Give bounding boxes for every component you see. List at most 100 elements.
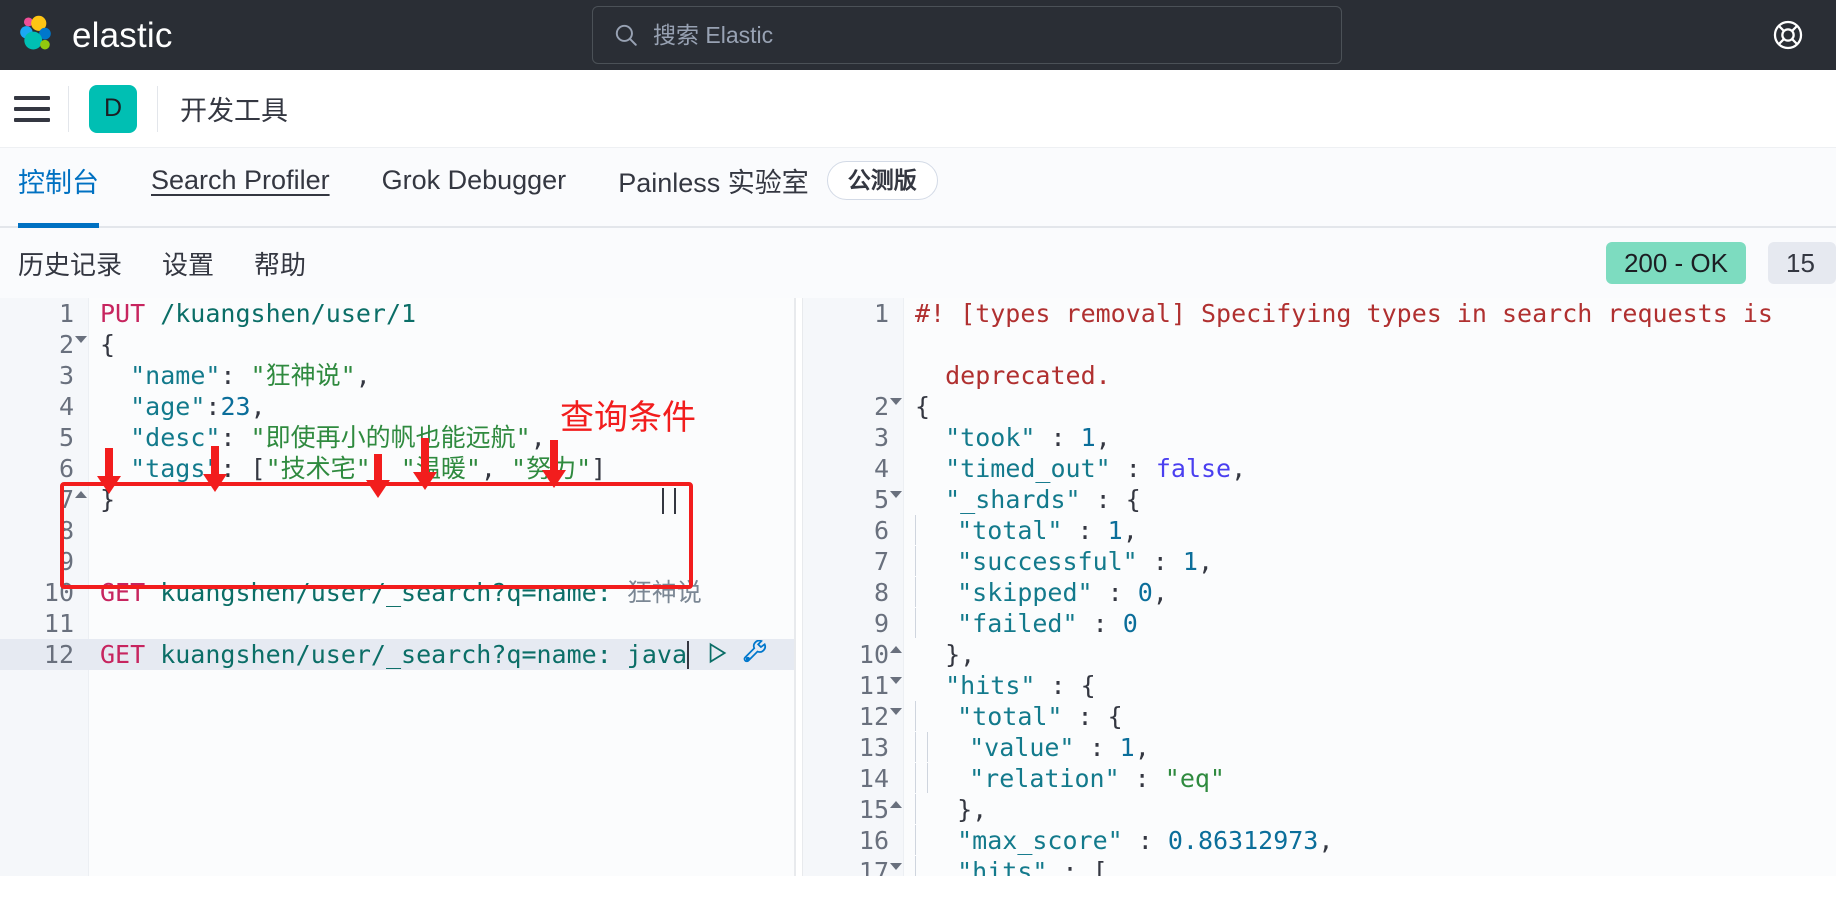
code-line[interactable]: 6 "tags": ["技术宅", "温暖", "努力"]	[0, 453, 794, 484]
code-line: 1 #! [types removal] Specifying types in …	[803, 298, 1836, 360]
fold-toggle-icon[interactable]	[890, 801, 902, 808]
toolbar-item-settings[interactable]: 设置	[162, 245, 214, 282]
code-token: }	[100, 485, 116, 514]
line-number: 13	[858, 733, 889, 762]
code-line: 14 "relation" : "eq"	[803, 763, 1836, 794]
code-token: :	[220, 361, 251, 390]
hamburger-menu-icon[interactable]	[14, 95, 50, 122]
fold-toggle-icon[interactable]	[890, 491, 902, 498]
code-text: "_shards" : {	[903, 484, 1141, 515]
code-token: :	[1137, 547, 1183, 576]
tab-2[interactable]: Grok Debugger	[382, 148, 567, 226]
code-token: : {	[1062, 702, 1123, 731]
response-pane[interactable]: 1 #! [types removal] Specifying types in …	[803, 298, 1836, 876]
code-token: 0	[1122, 609, 1138, 638]
global-search-bar[interactable]: 搜索 Elastic	[592, 6, 1342, 64]
code-line[interactable]: 7}	[0, 484, 794, 515]
code-line[interactable]: 5 "desc": "即使再小的帆也能远航",	[0, 422, 794, 453]
code-line[interactable]: 1 PUT /kuangshen/user/1	[0, 298, 794, 329]
page-title: 开发工具	[180, 96, 288, 126]
tab-1[interactable]: Search Profiler	[151, 148, 330, 226]
code-line: 15 },	[803, 794, 1836, 825]
fold-toggle-icon[interactable]	[890, 646, 902, 653]
code-token: "eq"	[1164, 764, 1225, 793]
search-input[interactable]: 搜索 Elastic	[653, 23, 773, 47]
code-token: "tags"	[130, 454, 221, 483]
code-token: : [	[1047, 857, 1108, 876]
code-line-wrap: deprecated.	[803, 360, 1836, 391]
fold-toggle-icon[interactable]	[890, 398, 902, 405]
code-line[interactable]: 12 GET kuangshen/user/_search?q=name: jav…	[0, 639, 794, 670]
tab-label: Grok Debugger	[381, 164, 567, 195]
line-number: 14	[858, 764, 889, 793]
code-line[interactable]: 9	[0, 546, 794, 577]
wrench-settings-icon[interactable]	[743, 639, 769, 673]
request-code[interactable]: 1 PUT /kuangshen/user/1 2{3 "name": "狂神说",…	[0, 298, 794, 876]
code-token: ,	[530, 423, 546, 452]
line-number: 11	[43, 609, 74, 638]
indent-guide	[915, 825, 916, 855]
code-line[interactable]: 8	[0, 515, 794, 546]
line-number: 15	[803, 794, 903, 825]
indent-guide	[915, 546, 916, 576]
tab-3[interactable]: Painless 实验室 公测版	[618, 148, 938, 226]
status-badge: 200 - OK	[1605, 242, 1746, 284]
code-line[interactable]: 11	[0, 608, 794, 639]
lifebuoy-help-icon[interactable]	[1770, 17, 1806, 53]
code-text: "total" : {	[903, 701, 1123, 732]
code-line[interactable]: 2{	[0, 329, 794, 360]
app-badge[interactable]: D	[89, 84, 137, 133]
line-number: 7	[0, 484, 88, 515]
app-chrome-bar: D 开发工具	[0, 70, 1836, 148]
code-token: "技术宅"	[265, 454, 371, 483]
code-text: "took" : 1,	[903, 422, 1111, 453]
line-number: 10	[43, 578, 74, 607]
play-request-icon[interactable]	[703, 640, 729, 673]
code-token: 1	[1182, 547, 1198, 576]
code-token: /kuangshen/user/1	[145, 299, 417, 328]
pane-splitter[interactable]	[795, 298, 803, 876]
code-text: "desc": "即使再小的帆也能远航",	[88, 422, 546, 453]
code-line: 9 "failed" : 0	[803, 608, 1836, 639]
brand[interactable]: elastic	[14, 13, 173, 57]
code-line[interactable]: 4 "age":23,	[0, 391, 794, 422]
toolbar-item-help[interactable]: 帮助	[254, 245, 306, 282]
fold-toggle-icon[interactable]	[890, 863, 902, 870]
code-token: :	[1110, 454, 1156, 483]
code-token: ,	[370, 454, 401, 483]
code-text: PUT /kuangshen/user/1	[88, 298, 416, 329]
code-token: 23	[220, 392, 251, 421]
fold-toggle-icon[interactable]	[75, 491, 87, 498]
code-token: "failed"	[957, 609, 1078, 638]
code-token: ,	[1122, 516, 1138, 545]
fold-toggle-icon[interactable]	[890, 677, 902, 684]
indent-guide	[915, 763, 916, 793]
fold-toggle-icon[interactable]	[890, 708, 902, 715]
code-line: 4 "timed_out" : false,	[803, 453, 1836, 484]
indent-guide	[915, 608, 916, 638]
tab-0[interactable]: 控制台	[18, 148, 99, 228]
line-actions[interactable]	[703, 639, 769, 673]
code-token: "max_score"	[957, 826, 1123, 855]
code-line[interactable]: 10 GET kuangshen/user/_search?q=name: 狂神说	[0, 577, 794, 608]
code-token: {	[915, 392, 931, 421]
code-token: 0.86312973	[1167, 826, 1319, 855]
code-token: 0	[1137, 578, 1153, 607]
indent-guide	[927, 763, 928, 793]
toolbar-item-history[interactable]: 历史记录	[18, 245, 122, 282]
code-token: "took"	[945, 423, 1036, 452]
console-toolbar: 历史记录 设置 帮助 200 - OK 15	[0, 228, 1836, 298]
request-pane[interactable]: 1 PUT /kuangshen/user/1 2{3 "name": "狂神说",…	[0, 298, 795, 876]
line-number: 9	[58, 547, 74, 576]
code-token: ,	[250, 392, 266, 421]
code-line[interactable]: 3 "name": "狂神说",	[0, 360, 794, 391]
fold-toggle-icon[interactable]	[75, 336, 87, 343]
line-number: 3	[58, 361, 74, 390]
code-token: :	[1035, 423, 1081, 452]
line-number: 1	[58, 299, 74, 328]
code-token: ,	[1152, 578, 1168, 607]
